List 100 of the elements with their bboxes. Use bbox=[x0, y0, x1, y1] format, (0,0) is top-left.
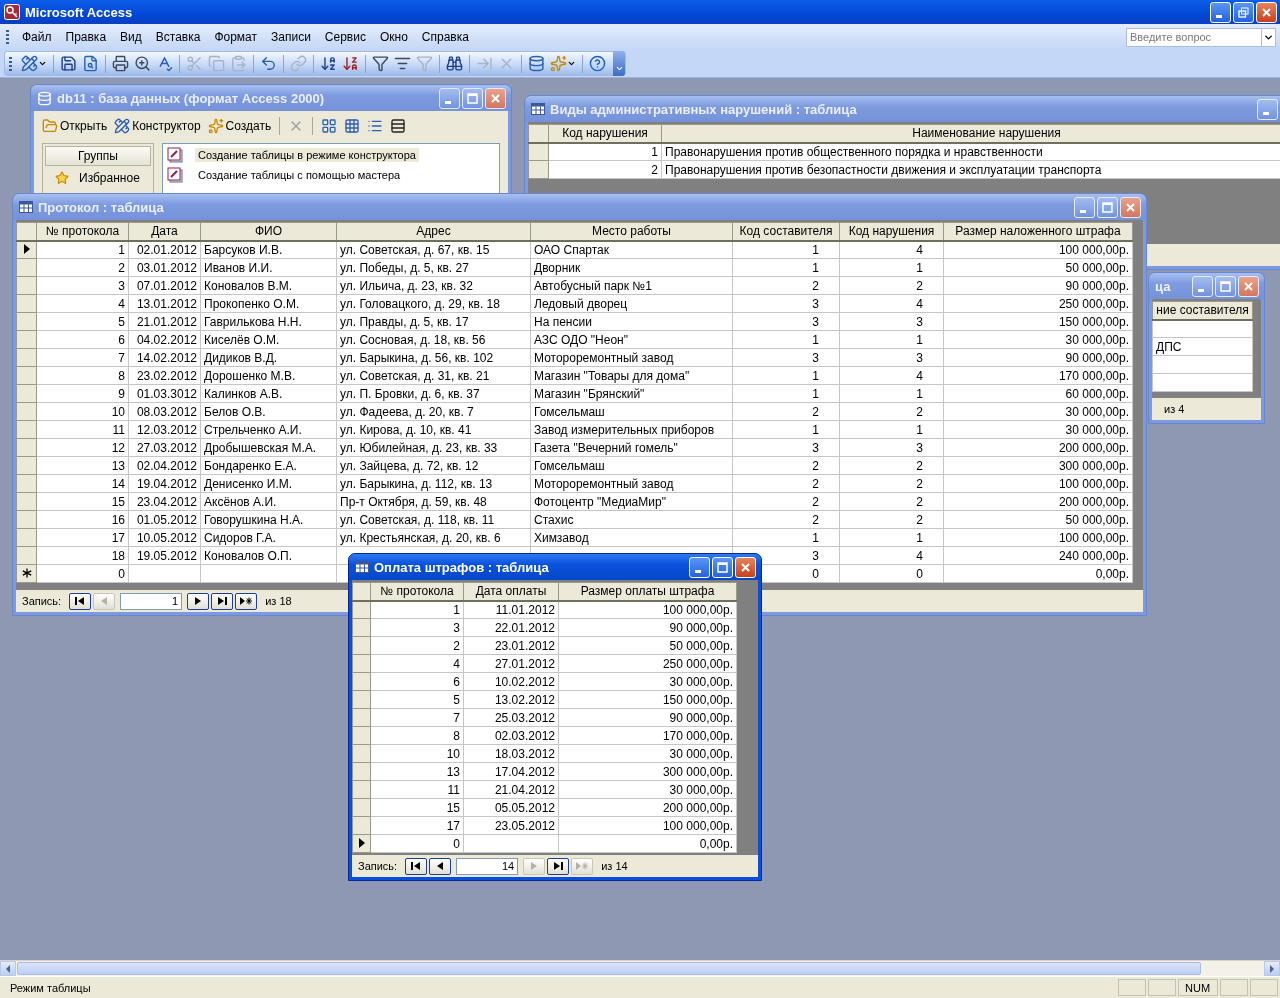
menu-item[interactable]: Справка bbox=[414, 28, 476, 46]
magnifier-icon[interactable] bbox=[134, 55, 151, 72]
new-record-icon bbox=[575, 860, 590, 872]
database-icon[interactable] bbox=[528, 55, 545, 72]
object-item[interactable]: Создание таблицы с помощью мастера bbox=[195, 168, 404, 182]
toolbar-button[interactable]: Открыть bbox=[40, 117, 110, 135]
file-search-icon[interactable] bbox=[82, 55, 99, 72]
minimize-button[interactable] bbox=[1257, 98, 1278, 120]
minimize-button[interactable] bbox=[1074, 196, 1095, 218]
restore-button[interactable] bbox=[1233, 1, 1254, 23]
printer-icon[interactable] bbox=[112, 55, 129, 72]
horizontal-scrollbar[interactable] bbox=[0, 960, 1280, 976]
record-label: Запись: bbox=[22, 595, 62, 607]
folder-icon bbox=[42, 118, 58, 134]
groups-header[interactable]: Группы bbox=[45, 146, 151, 166]
last-record-button[interactable] bbox=[211, 592, 234, 610]
restore-icon bbox=[1238, 6, 1249, 18]
caret-icon[interactable] bbox=[38, 59, 47, 68]
column-header[interactable]: ние составителя bbox=[1152, 301, 1253, 320]
next-record-button[interactable] bbox=[187, 592, 210, 610]
list-icon bbox=[367, 118, 384, 134]
scroll-thumb[interactable] bbox=[17, 962, 1201, 975]
undo-icon[interactable] bbox=[260, 55, 277, 72]
caret-icon bbox=[614, 64, 624, 73]
menu-item[interactable]: Файл bbox=[15, 28, 59, 46]
binoculars-icon[interactable] bbox=[446, 55, 463, 72]
select-all-cell[interactable] bbox=[16, 222, 37, 241]
close-button[interactable] bbox=[1238, 275, 1259, 297]
sort-descending-icon[interactable] bbox=[342, 55, 359, 72]
column-header[interactable]: Код составителя bbox=[732, 222, 840, 241]
object-item[interactable]: Создание таблицы в режиме конструктора bbox=[195, 148, 419, 162]
minimize-button[interactable] bbox=[1192, 275, 1213, 297]
group-item[interactable]: Избранное bbox=[45, 168, 151, 188]
menu-item[interactable]: Сервис bbox=[317, 28, 373, 46]
record-number-field[interactable]: 14 bbox=[456, 857, 519, 875]
last-record-icon bbox=[215, 595, 230, 607]
column-header[interactable]: Дата оплаты bbox=[463, 582, 559, 601]
first-record-button[interactable] bbox=[69, 592, 92, 610]
menu-item[interactable]: Формат bbox=[207, 28, 265, 46]
maximize-button[interactable] bbox=[1097, 196, 1118, 218]
close-icon bbox=[1125, 201, 1136, 213]
column-header[interactable]: Дата bbox=[128, 222, 201, 241]
sort-ascending-icon[interactable] bbox=[320, 55, 337, 72]
column-header[interactable]: Наименование нарушения bbox=[661, 124, 1280, 143]
column-header[interactable]: Размер наложенного штрафа bbox=[943, 222, 1133, 241]
first-record-button[interactable] bbox=[405, 857, 428, 875]
scroll-left-button[interactable] bbox=[0, 961, 16, 976]
column-header[interactable]: Адрес bbox=[336, 222, 531, 241]
asterisk-icon bbox=[21, 567, 32, 578]
select-all-cell[interactable] bbox=[528, 124, 549, 143]
table-icon bbox=[355, 561, 369, 573]
last-record-button[interactable] bbox=[547, 857, 570, 875]
database-icon bbox=[37, 90, 52, 106]
column-header[interactable]: Код нарушения bbox=[548, 124, 662, 143]
help-icon[interactable] bbox=[589, 55, 606, 72]
sparkle-icon bbox=[207, 118, 224, 134]
funnel-icon[interactable] bbox=[372, 55, 389, 72]
window-title: Оплата штрафов : таблица bbox=[374, 559, 550, 575]
grip-handle[interactable] bbox=[9, 56, 12, 71]
maximize-button[interactable] bbox=[462, 87, 483, 109]
record-number-field[interactable]: 1 bbox=[120, 592, 183, 610]
status-panel bbox=[1250, 979, 1278, 996]
menu-item[interactable]: Окно bbox=[372, 28, 415, 46]
column-header[interactable]: Код нарушения bbox=[839, 222, 944, 241]
minimize-button[interactable] bbox=[439, 87, 460, 109]
column-header[interactable]: Размер оплаты штрафа bbox=[558, 582, 737, 601]
scroll-right-button[interactable] bbox=[1264, 961, 1280, 976]
select-all-cell[interactable] bbox=[352, 582, 371, 601]
menu-item[interactable]: Вставка bbox=[148, 28, 208, 46]
prev-record-button[interactable] bbox=[429, 857, 452, 875]
design-ruler-icon[interactable] bbox=[21, 55, 38, 72]
menu-item[interactable]: Вид bbox=[113, 28, 149, 46]
status-text: Режим таблицы bbox=[9, 981, 92, 994]
column-header[interactable]: ФИО bbox=[200, 222, 337, 241]
save-icon[interactable] bbox=[60, 55, 77, 72]
record-count: из 14 bbox=[601, 860, 628, 872]
help-search-field[interactable]: Введите вопрос bbox=[1126, 27, 1262, 47]
wizard-icon bbox=[167, 147, 183, 163]
toolbar-button[interactable]: Конструктор bbox=[112, 117, 203, 135]
menu-item[interactable]: Записи bbox=[264, 28, 318, 46]
caret-icon[interactable] bbox=[567, 59, 576, 68]
record-label: Запись: bbox=[358, 860, 398, 872]
close-button[interactable] bbox=[1120, 196, 1141, 218]
column-header[interactable]: Место работы bbox=[530, 222, 733, 241]
key-icon bbox=[4, 4, 20, 20]
maximize-button[interactable] bbox=[1215, 275, 1236, 297]
table-icon bbox=[531, 103, 545, 115]
column-header[interactable]: № протокола bbox=[36, 222, 129, 241]
menu-item[interactable]: Правка bbox=[58, 28, 114, 46]
close-button[interactable] bbox=[485, 87, 506, 109]
toolbar-options-button[interactable] bbox=[613, 51, 625, 76]
details-icon bbox=[390, 118, 407, 134]
column-header[interactable]: № протокола bbox=[370, 582, 464, 601]
grip-handle[interactable] bbox=[6, 30, 9, 44]
dropdown-button[interactable] bbox=[1262, 27, 1276, 47]
window-title: Протокол : таблица bbox=[38, 199, 165, 215]
app-title: Microsoft Access bbox=[25, 4, 133, 20]
filter-form-icon[interactable] bbox=[394, 55, 411, 72]
toolbar-button[interactable]: Создать bbox=[205, 117, 274, 135]
new-record-button[interactable] bbox=[235, 592, 258, 610]
